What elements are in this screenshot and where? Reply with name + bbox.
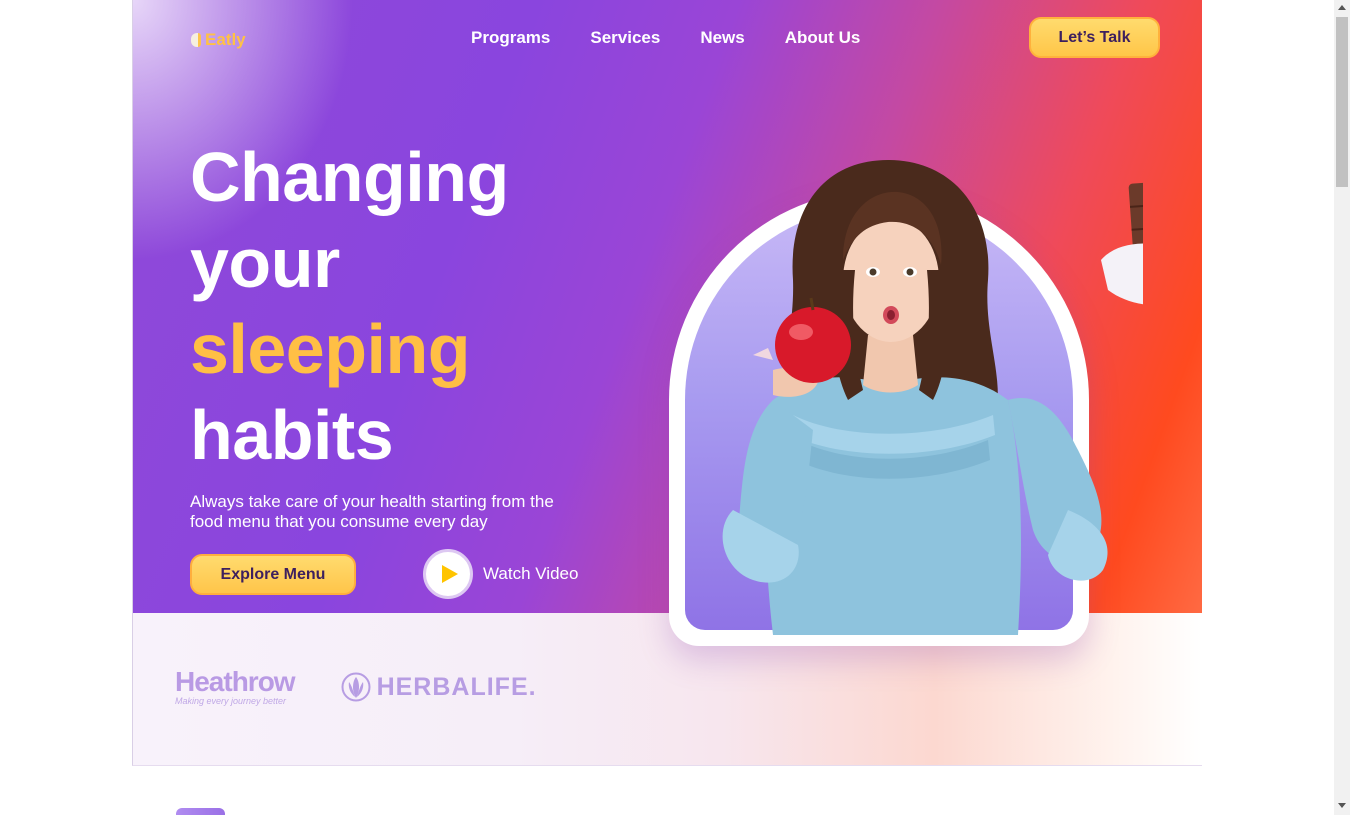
logo-icon bbox=[191, 33, 201, 47]
partner-logos: Heathrow Making every journey better HER… bbox=[175, 666, 537, 707]
hero-subtext: Always take care of your health starting… bbox=[190, 492, 554, 531]
woman-holding-apple-and-chocolate-image bbox=[722, 160, 1143, 635]
heathrow-tagline: Making every journey better bbox=[175, 696, 287, 706]
scroll-thumb[interactable] bbox=[1336, 17, 1348, 187]
page-scrollbar[interactable] bbox=[1334, 0, 1350, 815]
watch-video-link[interactable]: Watch Video bbox=[423, 549, 578, 599]
next-section-badge bbox=[176, 808, 225, 815]
headline-line-2: your bbox=[190, 224, 340, 302]
watch-video-label: Watch Video bbox=[483, 564, 579, 583]
headline-line-1: Changing bbox=[190, 138, 509, 216]
nav-item-about-us[interactable]: About Us bbox=[785, 28, 861, 48]
nav-item-news[interactable]: News bbox=[700, 28, 744, 48]
nav-item-programs[interactable]: Programs bbox=[471, 28, 550, 48]
main-nav: Programs Services News About Us bbox=[471, 28, 860, 48]
headline-line-4: habits bbox=[190, 396, 394, 474]
brand-logo[interactable]: Eatly bbox=[191, 30, 246, 50]
scroll-up-icon[interactable] bbox=[1338, 5, 1346, 10]
logo-text: Eatly bbox=[205, 30, 246, 49]
lets-talk-button[interactable]: Let’s Talk bbox=[1029, 17, 1160, 58]
hero-section: Eatly Programs Services News About Us Le… bbox=[132, 0, 1202, 766]
heathrow-name: Heathrow bbox=[175, 666, 296, 697]
herbalife-leaf-icon bbox=[341, 672, 371, 702]
play-icon bbox=[442, 565, 458, 583]
hero-headline: Changing your sleeping habits bbox=[190, 134, 509, 478]
nav-item-services[interactable]: Services bbox=[590, 28, 660, 48]
scroll-down-icon[interactable] bbox=[1338, 803, 1346, 808]
explore-menu-button[interactable]: Explore Menu bbox=[190, 554, 356, 595]
heathrow-logo: Heathrow Making every journey better bbox=[175, 666, 296, 707]
herbalife-logo: HERBALIFE. bbox=[341, 672, 537, 702]
herbalife-name: HERBALIFE. bbox=[376, 672, 537, 701]
play-button[interactable] bbox=[423, 549, 473, 599]
headline-highlight: sleeping bbox=[190, 310, 470, 388]
page: Eatly Programs Services News About Us Le… bbox=[0, 0, 1350, 815]
